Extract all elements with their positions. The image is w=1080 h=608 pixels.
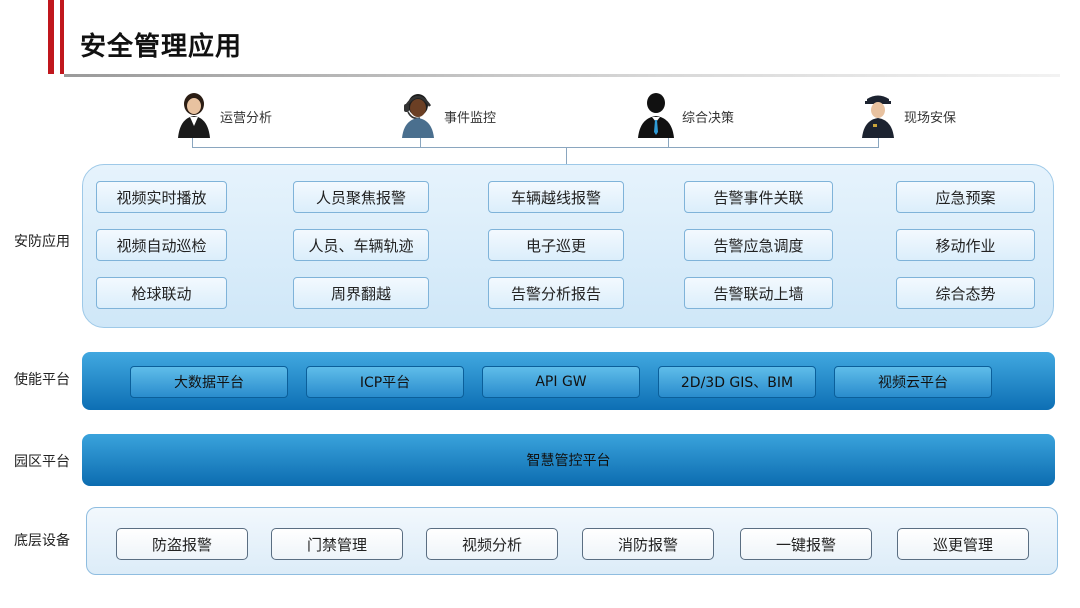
enablement-platform-panel: 大数据平台 ICP平台 API GW 2D/3D GIS、BIM 视频云平台 [82, 352, 1055, 410]
title-accent-bar-secondary [60, 0, 64, 74]
park-platform-panel[interactable]: 智慧管控平台 [82, 434, 1055, 486]
app-perimeter-intrusion[interactable]: 周界翻越 [293, 277, 429, 309]
businessman-icon [636, 90, 676, 142]
role-connector [420, 138, 421, 148]
roles-connector-horizontal [192, 147, 879, 148]
role-connector [668, 138, 669, 148]
page-title: 安全管理应用 [80, 32, 243, 62]
app-electronic-patrol[interactable]: 电子巡更 [488, 229, 624, 261]
headset-operator-icon [398, 90, 438, 142]
device-fire-alarm[interactable]: 消防报警 [582, 528, 714, 560]
smart-control-platform-label: 智慧管控平台 [526, 453, 611, 469]
title-accent-bar [48, 0, 54, 74]
title-divider [64, 74, 1060, 77]
enable-big-data-platform[interactable]: 大数据平台 [130, 366, 288, 398]
role-onsite-security: 现场安保 [858, 90, 956, 142]
role-label: 运营分析 [220, 110, 273, 126]
role-comprehensive-decision: 综合决策 [636, 90, 734, 142]
role-operations-analysis: 运营分析 [174, 90, 272, 142]
role-connector [192, 138, 193, 148]
app-video-auto-patrol[interactable]: 视频自动巡检 [96, 229, 227, 261]
enable-icp-platform[interactable]: ICP平台 [306, 366, 464, 398]
app-gun-ball-linkage[interactable]: 枪球联动 [96, 277, 227, 309]
app-emergency-plan[interactable]: 应急预案 [896, 181, 1035, 213]
device-anti-theft-alarm[interactable]: 防盗报警 [116, 528, 248, 560]
enable-gis-bim[interactable]: 2D/3D GIS、BIM [658, 366, 816, 398]
role-label: 现场安保 [904, 110, 957, 126]
app-alarm-event-correlation[interactable]: 告警事件关联 [684, 181, 833, 213]
row-label-park-platform: 园区平台 [14, 454, 70, 470]
row-label-enablement: 使能平台 [14, 372, 70, 388]
device-patrol-management[interactable]: 巡更管理 [897, 528, 1029, 560]
enable-video-cloud-platform[interactable]: 视频云平台 [834, 366, 992, 398]
device-access-control[interactable]: 门禁管理 [271, 528, 403, 560]
app-vehicle-crossline-alarm[interactable]: 车辆越线报警 [488, 181, 624, 213]
app-alarm-emergency-dispatch[interactable]: 告警应急调度 [684, 229, 833, 261]
role-label: 综合决策 [682, 110, 735, 126]
device-video-analysis[interactable]: 视频分析 [426, 528, 558, 560]
businesswoman-icon [174, 90, 214, 142]
device-one-key-alarm[interactable]: 一键报警 [740, 528, 872, 560]
enable-api-gw[interactable]: API GW [482, 366, 640, 398]
app-person-vehicle-track[interactable]: 人员、车辆轨迹 [293, 229, 429, 261]
row-label-devices: 底层设备 [14, 533, 70, 549]
app-video-realtime-playback[interactable]: 视频实时播放 [96, 181, 227, 213]
security-apps-panel: 视频实时播放 人员聚焦报警 车辆越线报警 告警事件关联 应急预案 视频自动巡检 … [82, 164, 1054, 328]
device-layer-panel: 防盗报警 门禁管理 视频分析 消防报警 一键报警 巡更管理 [86, 507, 1058, 575]
app-alarm-analysis-report[interactable]: 告警分析报告 [488, 277, 624, 309]
security-guard-icon [858, 90, 898, 142]
panel-connector [566, 147, 567, 164]
app-person-focus-alarm[interactable]: 人员聚焦报警 [293, 181, 429, 213]
role-event-monitoring: 事件监控 [398, 90, 496, 142]
row-label-security-apps: 安防应用 [14, 234, 70, 250]
app-alarm-linkage-wall[interactable]: 告警联动上墙 [684, 277, 833, 309]
role-connector [878, 138, 879, 148]
app-mobile-operation[interactable]: 移动作业 [896, 229, 1035, 261]
app-comprehensive-situation[interactable]: 综合态势 [896, 277, 1035, 309]
role-label: 事件监控 [444, 110, 497, 126]
